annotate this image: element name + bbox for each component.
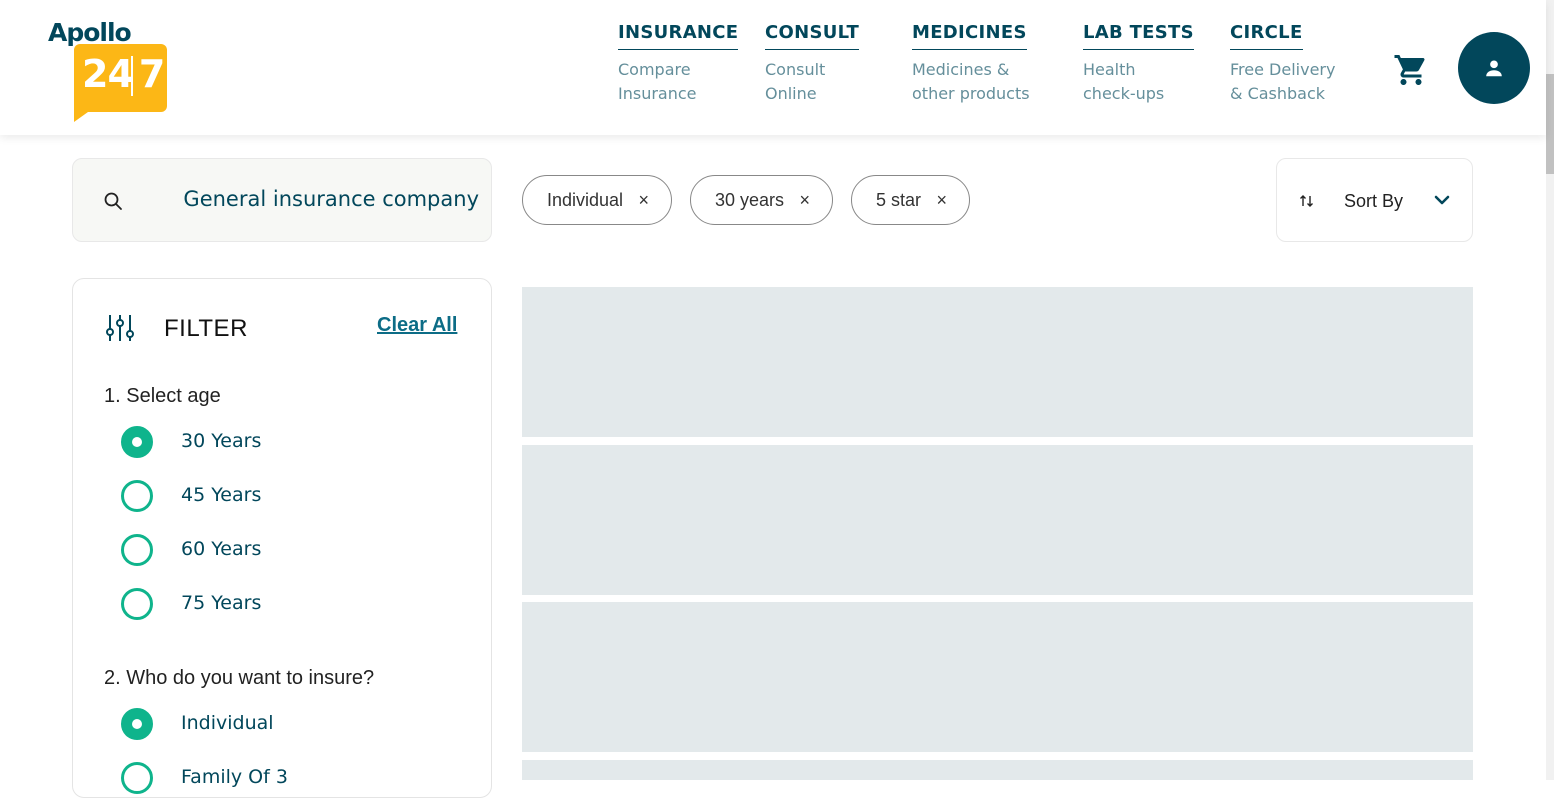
filter-title: FILTER — [164, 315, 248, 342]
question-select-age: 1. Select age — [104, 385, 221, 407]
scrollbar-thumb[interactable] — [1546, 74, 1554, 174]
chip-label: 30 years — [715, 189, 785, 210]
logo-word: Apollo — [48, 18, 132, 47]
sort-label: Sort By — [1344, 191, 1404, 211]
cart-icon[interactable] — [1393, 52, 1429, 88]
chip-label: 5 star — [876, 189, 922, 210]
nav-consult[interactable]: CONSULT Consult Online — [765, 22, 860, 106]
nav-consult-sub[interactable]: Consult Online — [765, 58, 859, 106]
radio-age-75-label[interactable]: 75 Years — [181, 592, 261, 614]
radio-age-30[interactable] — [121, 426, 153, 458]
nav-insurance-sub[interactable]: Compare Insurance — [618, 58, 738, 106]
result-card-placeholder — [522, 602, 1473, 752]
close-icon[interactable]: × — [638, 190, 649, 211]
nav-lab-tests-sub[interactable]: Health check-ups — [1083, 58, 1194, 106]
nav-lab-tests[interactable]: LAB TESTS Health check-ups — [1083, 22, 1194, 106]
question-who-to-insure: 2. Who do you want to insure? — [104, 667, 375, 689]
apollo-logo[interactable]: Apollo 24 7 — [48, 18, 168, 122]
filter-chip-individual: Individual × — [522, 175, 672, 225]
nav-insurance-title[interactable]: INSURANCE — [618, 22, 739, 50]
search-input[interactable]: General insurance company — [149, 159, 479, 241]
user-icon — [1486, 60, 1502, 77]
chevron-down-icon — [1434, 195, 1450, 205]
nav-medicines[interactable]: MEDICINES Medicines & other products — [912, 22, 1030, 106]
nav-medicines-sub[interactable]: Medicines & other products — [912, 58, 1030, 106]
radio-insure-family-of-3-label[interactable]: Family Of 3 — [181, 766, 288, 788]
clear-all-link[interactable]: Clear All — [377, 314, 457, 337]
nav-insurance[interactable]: INSURANCE Compare Insurance — [618, 22, 739, 106]
radio-age-30-label[interactable]: 30 Years — [181, 430, 261, 452]
filter-chip-30-years: 30 years × — [690, 175, 833, 225]
radio-insure-individual-label[interactable]: Individual — [181, 712, 274, 734]
nav-consult-title[interactable]: CONSULT — [765, 22, 860, 50]
radio-age-45-label[interactable]: 45 Years — [181, 484, 261, 506]
search-input-value: General insurance company — [183, 187, 479, 211]
page-scrollbar[interactable] — [1546, 0, 1554, 780]
radio-age-75[interactable] — [121, 588, 153, 620]
result-card-placeholder — [522, 445, 1473, 595]
radio-insure-individual[interactable] — [121, 708, 153, 740]
result-card-placeholder — [522, 287, 1473, 437]
filter-chip-5-star: 5 star × — [851, 175, 970, 225]
nav-medicines-title[interactable]: MEDICINES — [912, 22, 1027, 50]
sort-dropdown[interactable]: Sort By — [1276, 158, 1473, 242]
chip-label: Individual — [547, 189, 624, 210]
close-icon[interactable]: × — [799, 190, 810, 211]
nav-circle[interactable]: CIRCLE Free Delivery & Cashback — [1230, 22, 1335, 106]
nav-circle-sub[interactable]: Free Delivery & Cashback — [1230, 58, 1335, 106]
logo-badge: 24 7 — [74, 44, 167, 122]
radio-age-45[interactable] — [121, 480, 153, 512]
result-card-placeholder — [522, 760, 1473, 780]
radio-insure-family-of-3[interactable] — [121, 762, 153, 794]
search-icon — [104, 192, 122, 210]
radio-age-60[interactable] — [121, 534, 153, 566]
close-icon[interactable]: × — [936, 190, 947, 211]
search-box[interactable]: General insurance company — [72, 158, 492, 242]
nav-lab-tests-title[interactable]: LAB TESTS — [1083, 22, 1194, 50]
nav-circle-title[interactable]: CIRCLE — [1230, 22, 1303, 50]
sort-arrows-icon — [1300, 195, 1313, 207]
logo-number: 24 7 — [82, 52, 165, 96]
top-header: Apollo 24 7 INSURANCE Compare Insurance C… — [0, 0, 1546, 135]
account-button[interactable] — [1458, 32, 1530, 104]
filter-panel: FILTER Clear All 1. Select age 30 Years … — [72, 278, 492, 798]
radio-age-60-label[interactable]: 60 Years — [181, 538, 261, 560]
filter-sliders-icon — [106, 315, 134, 341]
